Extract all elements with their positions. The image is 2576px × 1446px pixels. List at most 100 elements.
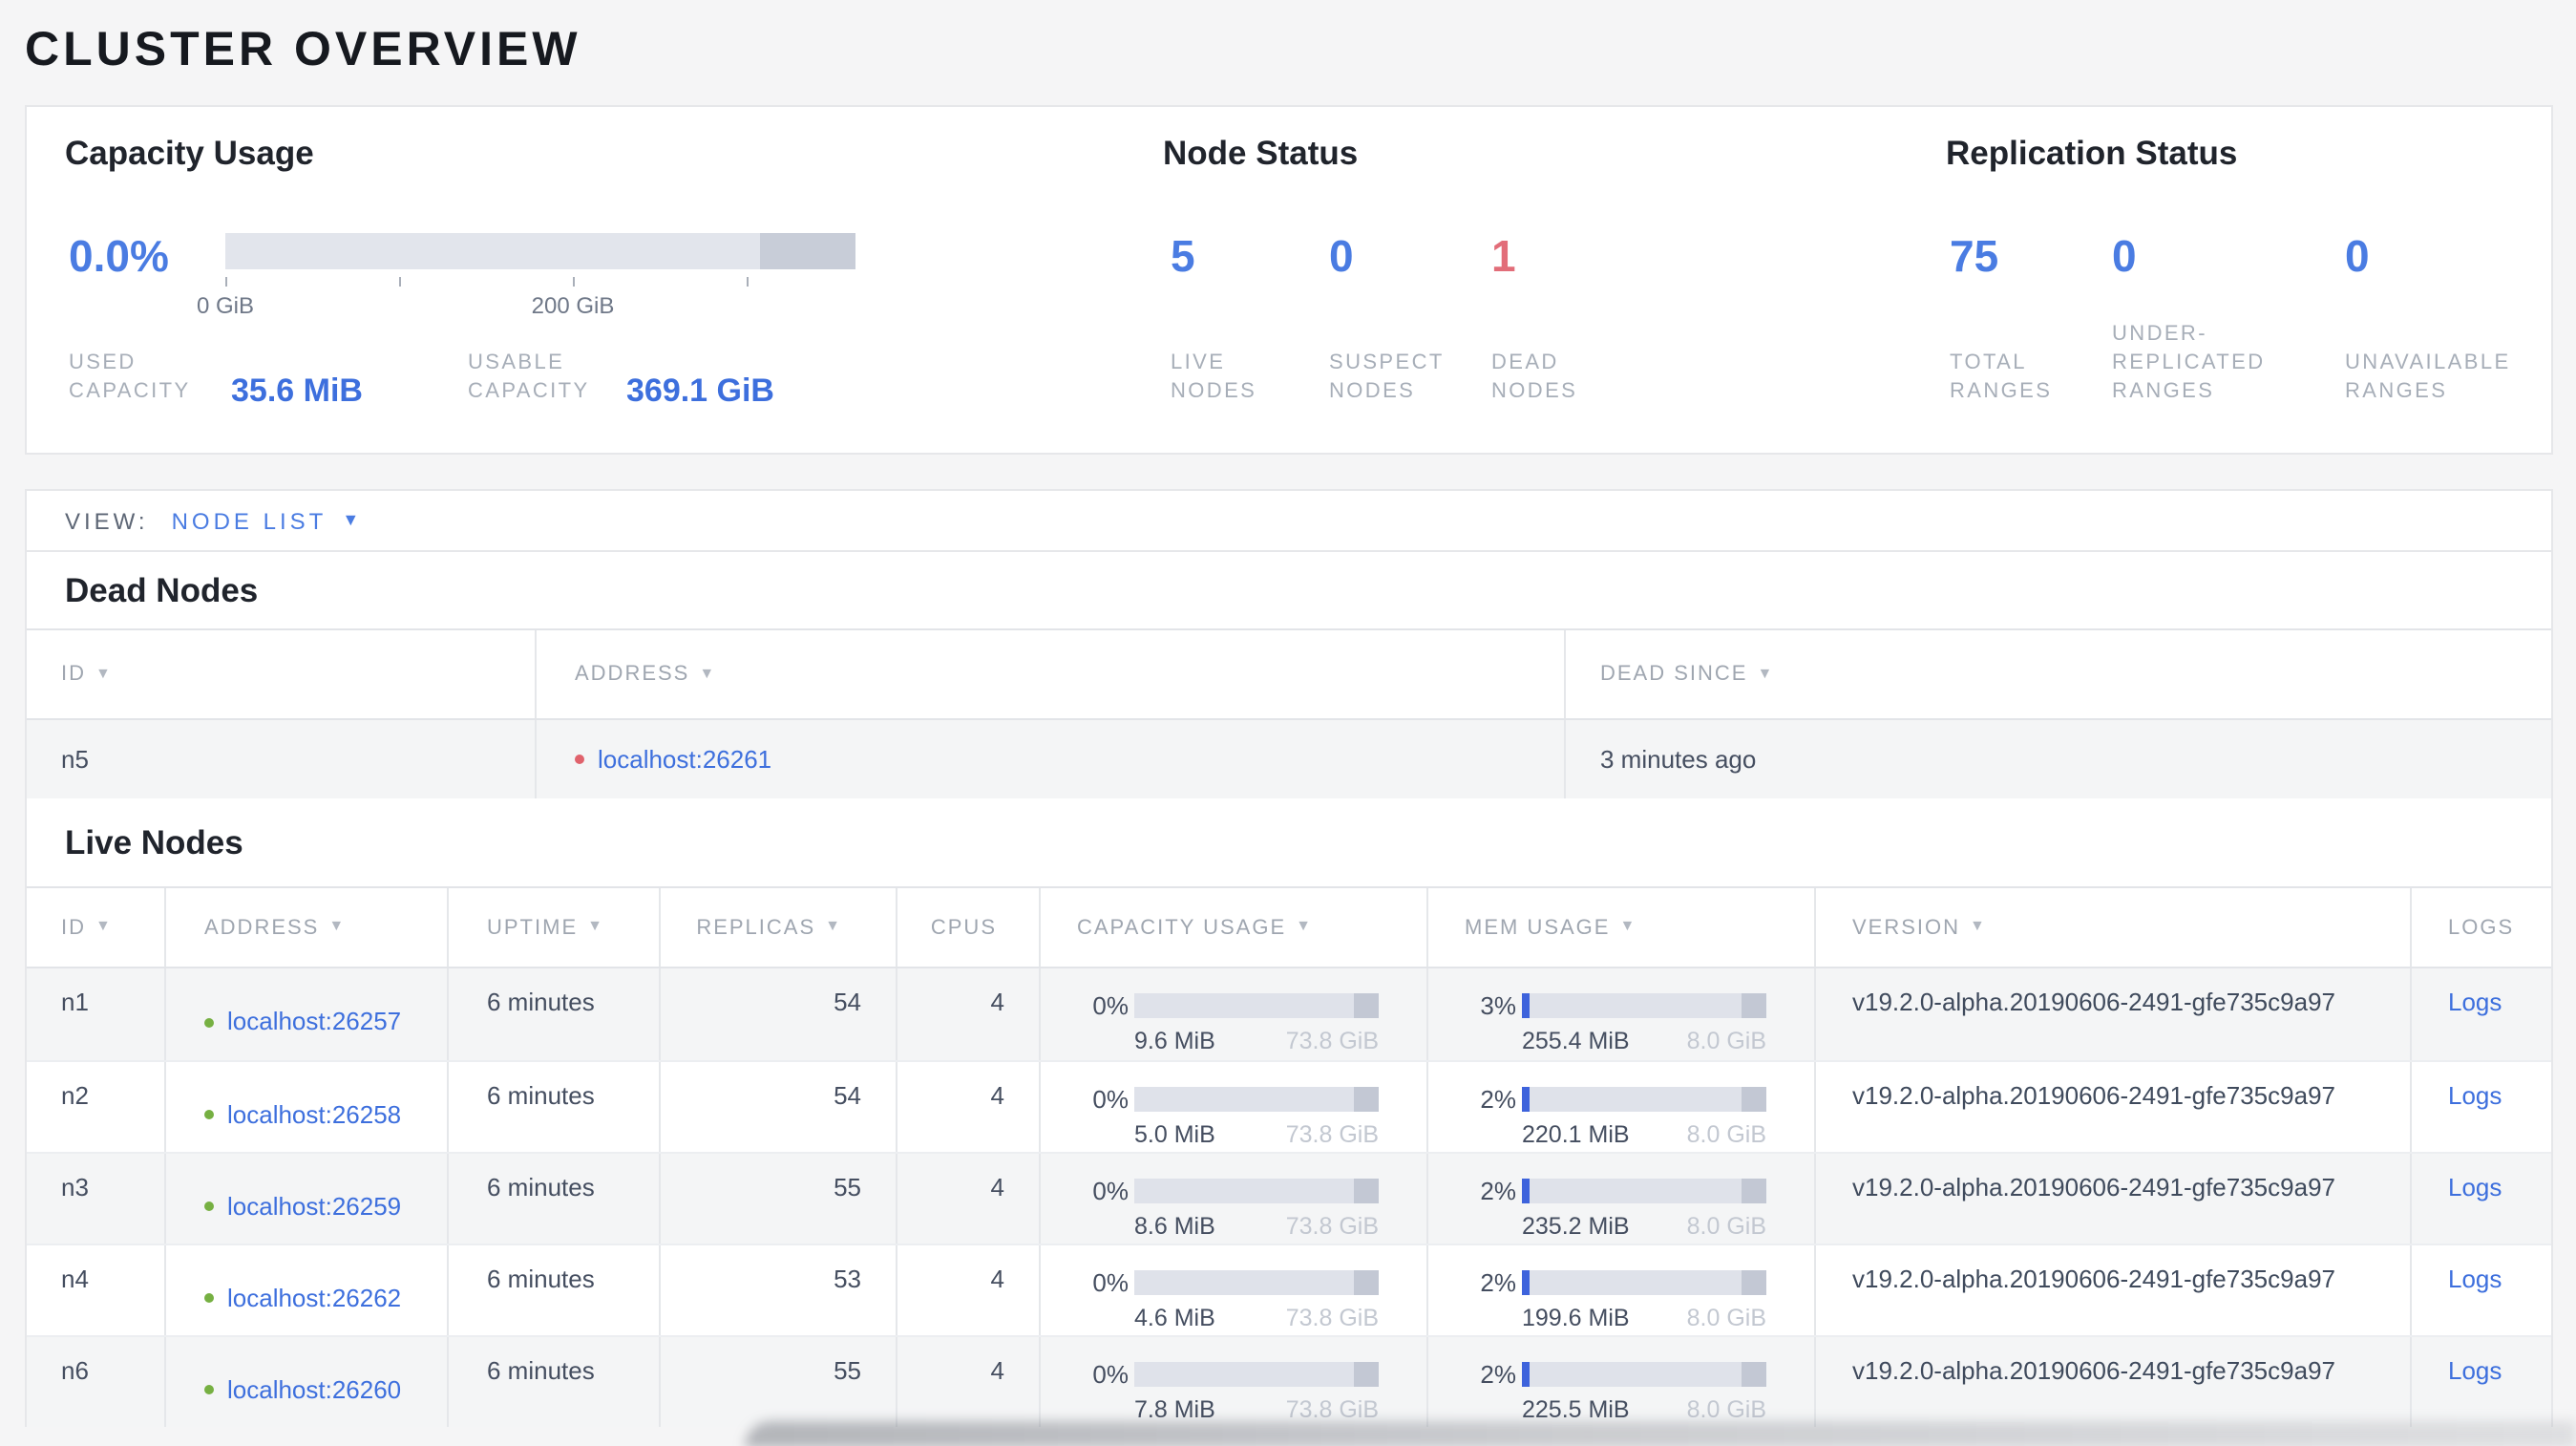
column-header-mem-usage[interactable]: MEM USAGE ▼ [1428,888,1816,967]
mem-total-value: 8.0 GiB [1686,1028,1766,1054]
capacity-used-value: 5.0 MiB [1134,1121,1215,1148]
node-live-dot [204,1385,214,1394]
mem-usage-bar [1522,1179,1766,1203]
logs-link[interactable]: Logs [2448,1265,2502,1293]
logs-link[interactable]: Logs [2448,1173,2502,1201]
column-header-address[interactable]: ADDRESS ▼ [537,630,1566,718]
mem-usage-cell: 2% 220.1 MiB 8.0 GiB [1428,1062,1816,1152]
capacity-bar-end-cap [1354,1087,1379,1112]
mem-usage-cell: 2% 225.5 MiB 8.0 GiB [1428,1337,1816,1427]
node-address-cell: localhost:26258 [166,1062,449,1152]
column-header-address[interactable]: ADDRESS ▼ [166,888,449,967]
column-header-replicas[interactable]: REPLICAS ▼ [661,888,897,967]
column-header-id[interactable]: ID ▼ [27,888,166,967]
column-header-id[interactable]: ID ▼ [27,630,537,718]
capacity-percent: 0% [1092,1177,1129,1205]
total-ranges-stat: 75 TOTAL RANGES [1950,231,2053,403]
mem-usage-bar [1522,993,1766,1018]
mem-used-value: 220.1 MiB [1522,1121,1630,1148]
logs-cell: Logs [2412,1337,2551,1427]
node-address-link[interactable]: localhost:26258 [227,1095,401,1134]
node-id: n6 [27,1337,166,1427]
node-address-link[interactable]: localhost:26261 [598,745,771,774]
table-row: n2 localhost:26258 6 minutes 54 4 0% 5.0… [27,1060,2551,1152]
axis-tick [399,277,401,287]
sort-desc-icon: ▼ [1296,917,1313,934]
mem-total-value: 8.0 GiB [1686,1213,1766,1240]
node-address-cell: localhost:26262 [166,1245,449,1335]
capacity-usage-bar [1134,1270,1379,1295]
node-uptime: 6 minutes [449,1154,661,1244]
chevron-down-icon: ▼ [342,509,364,528]
node-address-cell: localhost:26259 [166,1154,449,1244]
axis-tick [747,277,749,287]
capacity-total-value: 73.8 GiB [1285,1121,1379,1148]
column-header-dead-since[interactable]: DEAD SINCE ▼ [1566,630,2551,718]
replication-stats: 75 TOTAL RANGES 0 UNDER- REPLICATED RANG… [1950,227,2574,407]
capacity-usage-bar [1134,1362,1379,1387]
sort-desc-icon: ▼ [1970,917,1987,934]
logs-cell: Logs [2412,1062,2551,1152]
used-capacity-label: USED CAPACITY [69,351,191,403]
logs-link[interactable]: Logs [2448,988,2502,1016]
table-row: n4 localhost:26262 6 minutes 53 4 0% 4.6… [27,1244,2551,1335]
node-id: n3 [27,1154,166,1244]
node-version: v19.2.0-alpha.20190606-2491-gfe735c9a97 [1816,1245,2412,1335]
node-replicas: 55 [661,1337,897,1427]
node-cpus: 4 [897,1337,1041,1427]
mem-percent: 2% [1480,1360,1516,1389]
node-address-link[interactable]: localhost:26260 [227,1371,401,1409]
axis-tick [573,277,575,287]
node-replicas: 53 [661,1245,897,1335]
node-dead-dot [575,755,584,764]
node-id: n4 [27,1245,166,1335]
node-uptime: 6 minutes [449,968,661,1060]
logs-link[interactable]: Logs [2448,1081,2502,1110]
usable-capacity-value: 369.1 GiB [626,372,774,409]
table-row: n6 localhost:26260 6 minutes 55 4 0% 7.8… [27,1335,2551,1427]
mem-percent: 3% [1480,991,1516,1020]
node-address-link[interactable]: localhost:26259 [227,1187,401,1225]
mem-bar-end-cap [1742,1270,1766,1295]
mem-usage-bar [1522,1270,1766,1295]
node-address-link[interactable]: localhost:26262 [227,1279,401,1317]
mem-bar-used-fill [1522,993,1530,1018]
mem-percent: 2% [1480,1085,1516,1114]
capacity-bar-end-cap [1354,993,1379,1018]
column-header-cpus: CPUS [897,888,1041,967]
window-shadow-artifact [745,1421,2576,1446]
capacity-total-value: 73.8 GiB [1285,1028,1379,1054]
mem-bar-used-fill [1522,1270,1530,1295]
column-header-capacity-usage[interactable]: CAPACITY USAGE ▼ [1041,888,1428,967]
node-version: v19.2.0-alpha.20190606-2491-gfe735c9a97 [1816,1337,2412,1427]
capacity-used-value: 4.6 MiB [1134,1305,1215,1331]
view-mode-selected: NODE LIST [171,507,327,534]
node-replicas: 54 [661,968,897,1060]
mem-bar-end-cap [1742,1362,1766,1387]
capacity-bar-end-cap [1354,1179,1379,1203]
view-bar: VIEW: NODE LIST ▼ [27,491,2551,552]
logs-link[interactable]: Logs [2448,1356,2502,1385]
capacity-used-value: 9.6 MiB [1134,1028,1215,1054]
node-address-link[interactable]: localhost:26257 [227,1003,401,1041]
dead-node-id: n5 [27,720,537,798]
mem-used-value: 255.4 MiB [1522,1028,1630,1054]
capacity-total-value: 73.8 GiB [1285,1213,1379,1240]
axis-tick [225,277,227,287]
column-header-uptime[interactable]: UPTIME ▼ [449,888,661,967]
node-id: n1 [27,968,166,1060]
logs-cell: Logs [2412,968,2551,1060]
mem-percent: 2% [1480,1177,1516,1205]
under-replicated-ranges-stat: 0 UNDER- REPLICATED RANGES [2112,231,2266,403]
mem-bar-end-cap [1742,1087,1766,1112]
table-row: n1 localhost:26257 6 minutes 54 4 0% 9.6… [27,968,2551,1060]
mem-bar-used-fill [1522,1362,1530,1387]
node-replicas: 55 [661,1154,897,1244]
capacity-used-value: 8.6 MiB [1134,1213,1215,1240]
suspect-nodes-stat: 0 SUSPECT NODES [1329,231,1445,403]
mem-usage-cell: 3% 255.4 MiB 8.0 GiB [1428,968,1816,1060]
node-status-heading: Node Status [1163,134,1359,172]
view-mode-dropdown[interactable]: NODE LIST ▼ [172,507,364,534]
column-header-version[interactable]: VERSION ▼ [1816,888,2412,967]
capacity-bar-end-cap [760,233,855,269]
